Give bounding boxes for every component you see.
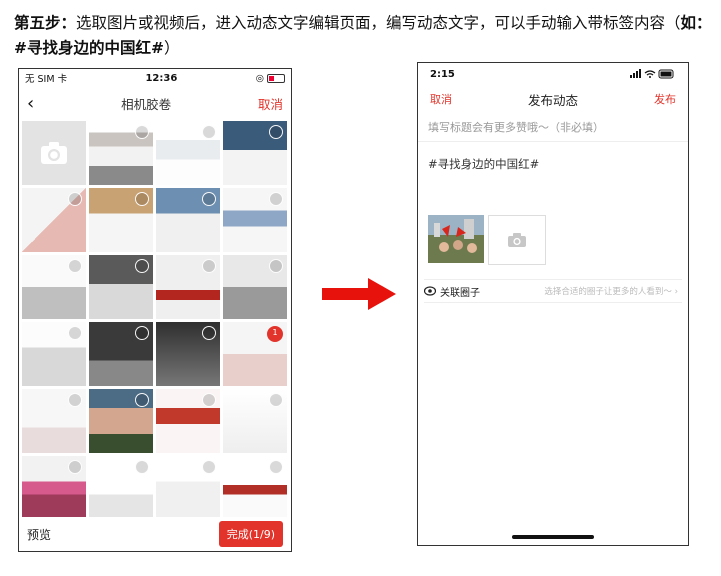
photo-thumbnail[interactable] (22, 322, 86, 386)
page-title: 相机胶卷 (121, 96, 172, 112)
preview-button[interactable]: 预览 (27, 526, 51, 543)
camera-icon (41, 142, 67, 164)
cancel-button[interactable]: 取消 (430, 91, 452, 107)
photo-thumbnail[interactable] (22, 255, 86, 319)
right-arrow-icon (322, 278, 396, 310)
add-photo-button[interactable] (488, 215, 546, 265)
publish-post-screenshot: 2:15 取消 发布动态 发布 填写标题会有更多赞哦～（非必填） #寻找身边的中… (417, 62, 689, 546)
status-time: 2:15 (430, 68, 455, 80)
photo-thumbnail[interactable] (156, 322, 220, 386)
battery-icon: ◎ (256, 73, 285, 84)
link-circle-row[interactable]: 关联圈子 选择合适的圈子让更多的人看到～ › (424, 279, 682, 303)
camera-icon (508, 233, 526, 247)
media-row (428, 215, 546, 265)
status-bar: 无 SIM 卡 12:36 ◎ (19, 69, 291, 87)
photo-grid: 1 (22, 121, 288, 520)
instruction-body: 选取图片或视频后，进入动态文字编辑页面，编写动态文字，可以手动输入带标签内容（ (76, 14, 681, 32)
circle-placeholder: 选择合适的圈子让更多的人看到～ › (544, 287, 678, 297)
photo-thumbnail[interactable] (89, 389, 153, 453)
content-input[interactable]: #寻找身边的中国红# (418, 142, 688, 186)
photo-thumbnail[interactable] (89, 255, 153, 319)
close-paren: ） (163, 39, 180, 57)
status-bar: 2:15 (418, 63, 688, 85)
signal-wifi-battery-icon (630, 69, 674, 79)
photo-thumbnail[interactable]: 1 (223, 322, 287, 386)
photo-thumbnail[interactable] (156, 121, 220, 185)
instruction-paragraph: 第五步：选取图片或视频后，进入动态文字编辑页面，编写动态文字，可以手动输入带标签… (14, 10, 714, 61)
photo-thumbnail[interactable] (156, 255, 220, 319)
selected-badge: 1 (267, 326, 283, 342)
bottom-toolbar: 预览 完成(1/9) (19, 517, 291, 551)
photo-thumbnail[interactable] (89, 322, 153, 386)
photo-thumbnail[interactable] (223, 188, 287, 252)
done-button[interactable]: 完成(1/9) (218, 521, 283, 547)
back-icon[interactable]: ‹ (27, 93, 34, 114)
photo-thumbnail[interactable] (156, 188, 220, 252)
eye-icon (424, 286, 436, 296)
photo-thumbnail[interactable] (223, 255, 287, 319)
title-input[interactable]: 填写标题会有更多赞哦～（非必填） (418, 113, 688, 142)
publish-button[interactable]: 发布 (654, 91, 676, 107)
photo-thumbnail[interactable] (156, 456, 220, 520)
cancel-button[interactable]: 取消 (258, 94, 283, 113)
step-label: 第五步： (14, 13, 77, 32)
photo-thumbnail[interactable] (89, 121, 153, 185)
photo-thumbnail[interactable] (89, 188, 153, 252)
page-title: 发布动态 (527, 92, 578, 108)
photo-thumbnail[interactable] (156, 389, 220, 453)
photo-thumbnail[interactable] (223, 121, 287, 185)
photo-thumbnail[interactable] (22, 188, 86, 252)
circle-label: 关联圈子 (440, 287, 480, 299)
photo-thumbnail[interactable] (89, 456, 153, 520)
photo-thumbnail[interactable] (223, 389, 287, 453)
photo-thumbnail[interactable] (22, 456, 86, 520)
carrier-label: 无 SIM 卡 (25, 74, 68, 85)
home-indicator (512, 535, 594, 539)
photo-thumbnail[interactable] (22, 389, 86, 453)
camera-roll-nav: ‹ 相机胶卷 取消 (19, 87, 291, 119)
camera-roll-screenshot: 无 SIM 卡 12:36 ◎ ‹ 相机胶卷 取消 1 预览 完成(1/9) (18, 68, 292, 552)
selected-photo-thumbnail[interactable] (428, 215, 484, 263)
camera-tile[interactable] (22, 121, 86, 185)
publish-nav: 取消 发布动态 发布 (418, 85, 688, 113)
status-time: 12:36 (145, 72, 178, 84)
photo-thumbnail[interactable] (223, 456, 287, 520)
